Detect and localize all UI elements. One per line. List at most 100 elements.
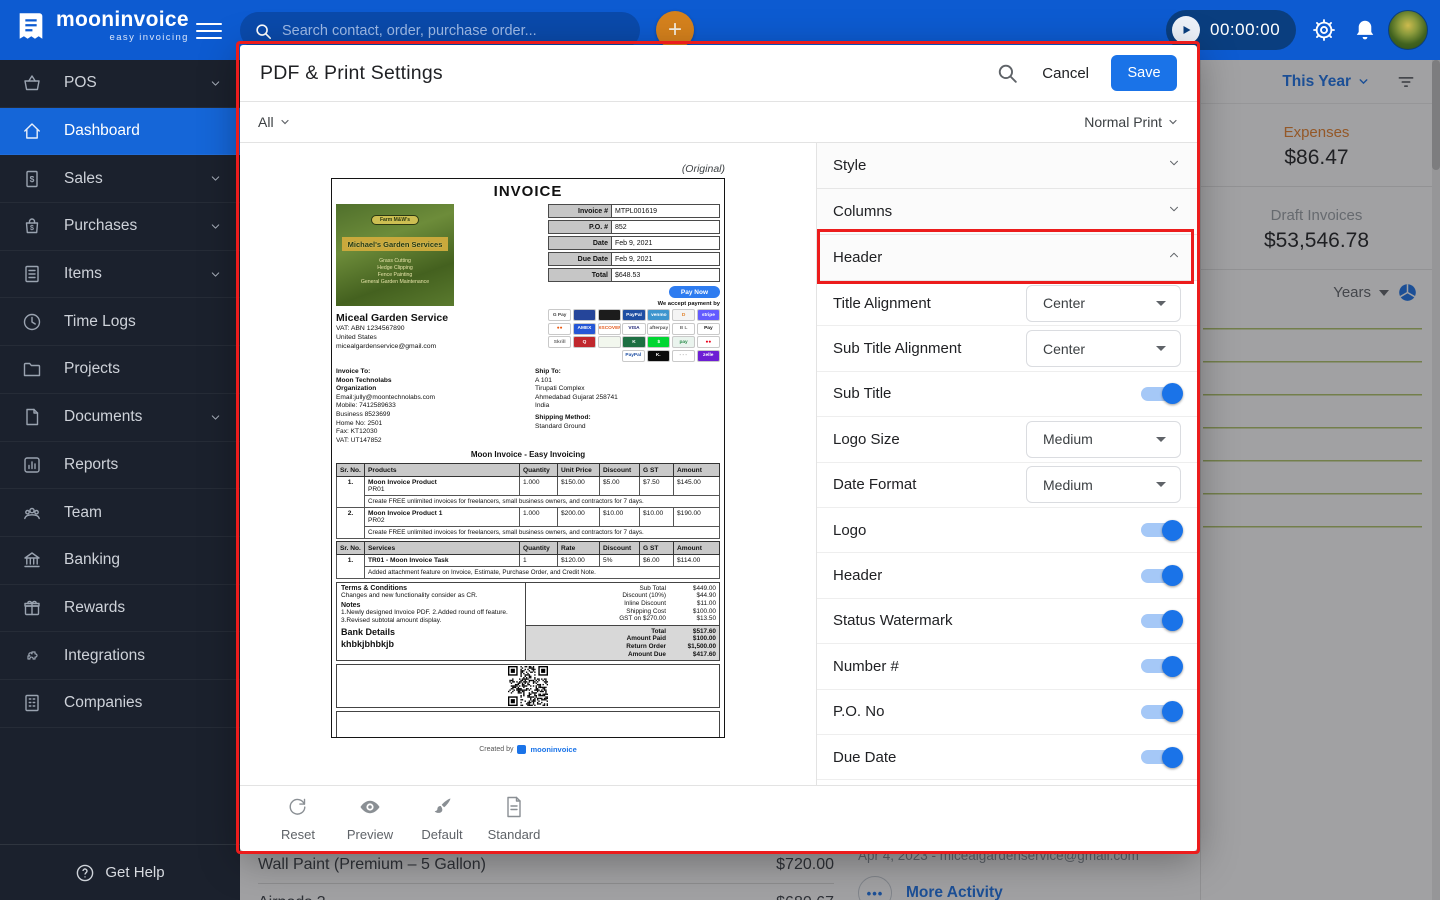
- search-input[interactable]: [282, 23, 612, 39]
- all-dropdown[interactable]: All: [258, 114, 291, 130]
- add-button[interactable]: +: [656, 11, 694, 49]
- sidebar-item-banking[interactable]: Banking: [0, 537, 240, 585]
- accordion-section-header[interactable]: Header: [817, 235, 1197, 281]
- footer-button-label: Standard: [488, 827, 541, 842]
- modal-search-icon[interactable]: [996, 62, 1018, 84]
- number-toggle[interactable]: [1141, 659, 1175, 673]
- terms-label: Terms & Conditions: [341, 585, 521, 592]
- sidebar-item-rewards[interactable]: Rewards: [0, 585, 240, 633]
- setting-label: Sub Title: [833, 385, 1141, 402]
- sidebar-nav: POSDashboard$Sales$PurchasesItemsTime Lo…: [0, 60, 240, 728]
- status-watermark-toggle[interactable]: [1141, 614, 1175, 628]
- global-search[interactable]: [240, 12, 640, 49]
- date-format-select[interactable]: Medium: [1026, 466, 1181, 503]
- setting-label: Number #: [833, 658, 1141, 675]
- play-icon[interactable]: [1172, 16, 1200, 44]
- sales-icon: $: [22, 169, 42, 189]
- accordion-section-style[interactable]: Style: [817, 143, 1197, 189]
- pay-now-button[interactable]: Pay Now: [669, 286, 720, 298]
- get-help-button[interactable]: Get Help: [0, 844, 240, 900]
- due-date-toggle[interactable]: [1141, 750, 1175, 764]
- menu-icon[interactable]: [196, 18, 222, 42]
- accordion-section-columns[interactable]: Columns: [817, 189, 1197, 235]
- reset-button[interactable]: Reset: [266, 795, 330, 842]
- building-icon: [22, 693, 42, 713]
- company-block: Miceal Garden Service VAT: ABN 123456789…: [336, 312, 548, 351]
- default-button[interactable]: Default: [410, 795, 474, 842]
- sidebar-item-team[interactable]: Team: [0, 489, 240, 537]
- sidebar-item-companies[interactable]: Companies: [0, 680, 240, 728]
- payment-badge: VISA: [622, 323, 645, 335]
- brand[interactable]: mooninvoice easy invoicing: [14, 9, 189, 43]
- setting-label: Logo: [833, 522, 1141, 539]
- company-name: Miceal Garden Service: [336, 312, 548, 324]
- sidebar-item-time-logs[interactable]: Time Logs: [0, 298, 240, 346]
- caret-down-icon: [1156, 301, 1166, 306]
- standard-button[interactable]: Standard: [482, 795, 546, 842]
- bank-details-value: khbkjbhbkjb: [341, 639, 521, 649]
- company-line: United States: [336, 333, 548, 342]
- sidebar-item-label: Integrations: [64, 647, 222, 665]
- payment-badge: - - -: [672, 350, 696, 362]
- settings-panel: StyleColumnsHeaderTitle AlignmentCenterS…: [816, 143, 1197, 785]
- products-table: Sr. No.ProductsQuantityUnit PriceDiscoun…: [336, 463, 720, 539]
- sub-title-toggle[interactable]: [1141, 387, 1175, 401]
- sidebar-item-integrations[interactable]: Integrations: [0, 632, 240, 680]
- timer-widget[interactable]: 00:00:00: [1166, 10, 1296, 50]
- chevron-down-icon: [209, 268, 222, 281]
- modal-body: (Original) INVOICE Farm M&W's Michael's …: [240, 143, 1197, 785]
- logo-size-select[interactable]: Medium: [1026, 421, 1181, 458]
- payment-badge: [598, 309, 621, 321]
- app-root: mooninvoice easy invoicing + 00:00:00 PO…: [0, 0, 1440, 900]
- cancel-button[interactable]: Cancel: [1042, 65, 1089, 82]
- brand-name: mooninvoice: [56, 9, 189, 31]
- setting-row-logo-size: Logo SizeMedium: [817, 417, 1197, 462]
- section-label: Header: [833, 249, 1167, 266]
- created-by-text: Created by: [479, 746, 513, 753]
- setting-label: Status Watermark: [833, 612, 1141, 629]
- totals-row-bold: Amount Due$417.60: [529, 651, 716, 659]
- payment-badge: D: [672, 309, 695, 321]
- sidebar-item-label: Projects: [64, 360, 222, 378]
- logo-toggle[interactable]: [1141, 523, 1175, 537]
- setting-label: Logo Size: [833, 431, 1026, 448]
- sidebar-item-documents[interactable]: Documents: [0, 394, 240, 442]
- sidebar-item-projects[interactable]: Projects: [0, 346, 240, 394]
- p-o-no-toggle[interactable]: [1141, 705, 1175, 719]
- sidebar-item-reports[interactable]: Reports: [0, 442, 240, 490]
- bell-icon[interactable]: [1352, 17, 1378, 43]
- payment-badge: pay: [672, 336, 695, 348]
- sidebar-item-label: Rewards: [64, 599, 222, 617]
- save-button[interactable]: Save: [1111, 55, 1177, 91]
- payment-badge: ●●: [548, 323, 571, 335]
- title-alignment-select[interactable]: Center: [1026, 285, 1181, 322]
- brush-icon: [430, 795, 454, 824]
- sidebar-item-items[interactable]: Items: [0, 251, 240, 299]
- preview-button[interactable]: Preview: [338, 795, 402, 842]
- pdf-print-settings-modal: PDF & Print Settings Cancel Save All Nor…: [240, 45, 1197, 851]
- setting-label: Sub Title Alignment: [833, 340, 1026, 357]
- sub-title-alignment-select[interactable]: Center: [1026, 330, 1181, 367]
- invoice-brand-divider: Moon Invoice - Easy Invoicing: [336, 450, 720, 459]
- invoice-meta-row: Due DateFeb 9, 2021: [548, 252, 720, 266]
- ship-to-label: Ship To:: [535, 368, 720, 377]
- sidebar-item-purchases[interactable]: $Purchases: [0, 203, 240, 251]
- created-by-footer: Created by mooninvoice: [331, 745, 725, 754]
- company-line: VAT: ABN 1234567890: [336, 324, 548, 333]
- items-icon: [22, 264, 42, 284]
- payment-badge: stripe: [697, 309, 720, 321]
- chevron-down-icon: [209, 220, 222, 233]
- gear-icon[interactable]: [1311, 17, 1337, 43]
- invoice-meta-row: P.O. #852: [548, 220, 720, 234]
- sidebar-item-dashboard[interactable]: Dashboard: [0, 108, 240, 156]
- print-mode-dropdown[interactable]: Normal Print: [1084, 114, 1179, 130]
- modal-footer: ResetPreviewDefault Standard: [240, 785, 1197, 851]
- chevron-down-icon: [209, 411, 222, 424]
- invoice-meta-row: Invoice #MTPL001619: [548, 204, 720, 218]
- avatar[interactable]: [1388, 10, 1428, 50]
- header-toggle[interactable]: [1141, 569, 1175, 583]
- totals-row: Discount (10%)$44.90: [529, 592, 716, 600]
- sidebar-item-pos[interactable]: POS: [0, 60, 240, 108]
- caret-down-icon: [1156, 437, 1166, 442]
- sidebar-item-sales[interactable]: $Sales: [0, 155, 240, 203]
